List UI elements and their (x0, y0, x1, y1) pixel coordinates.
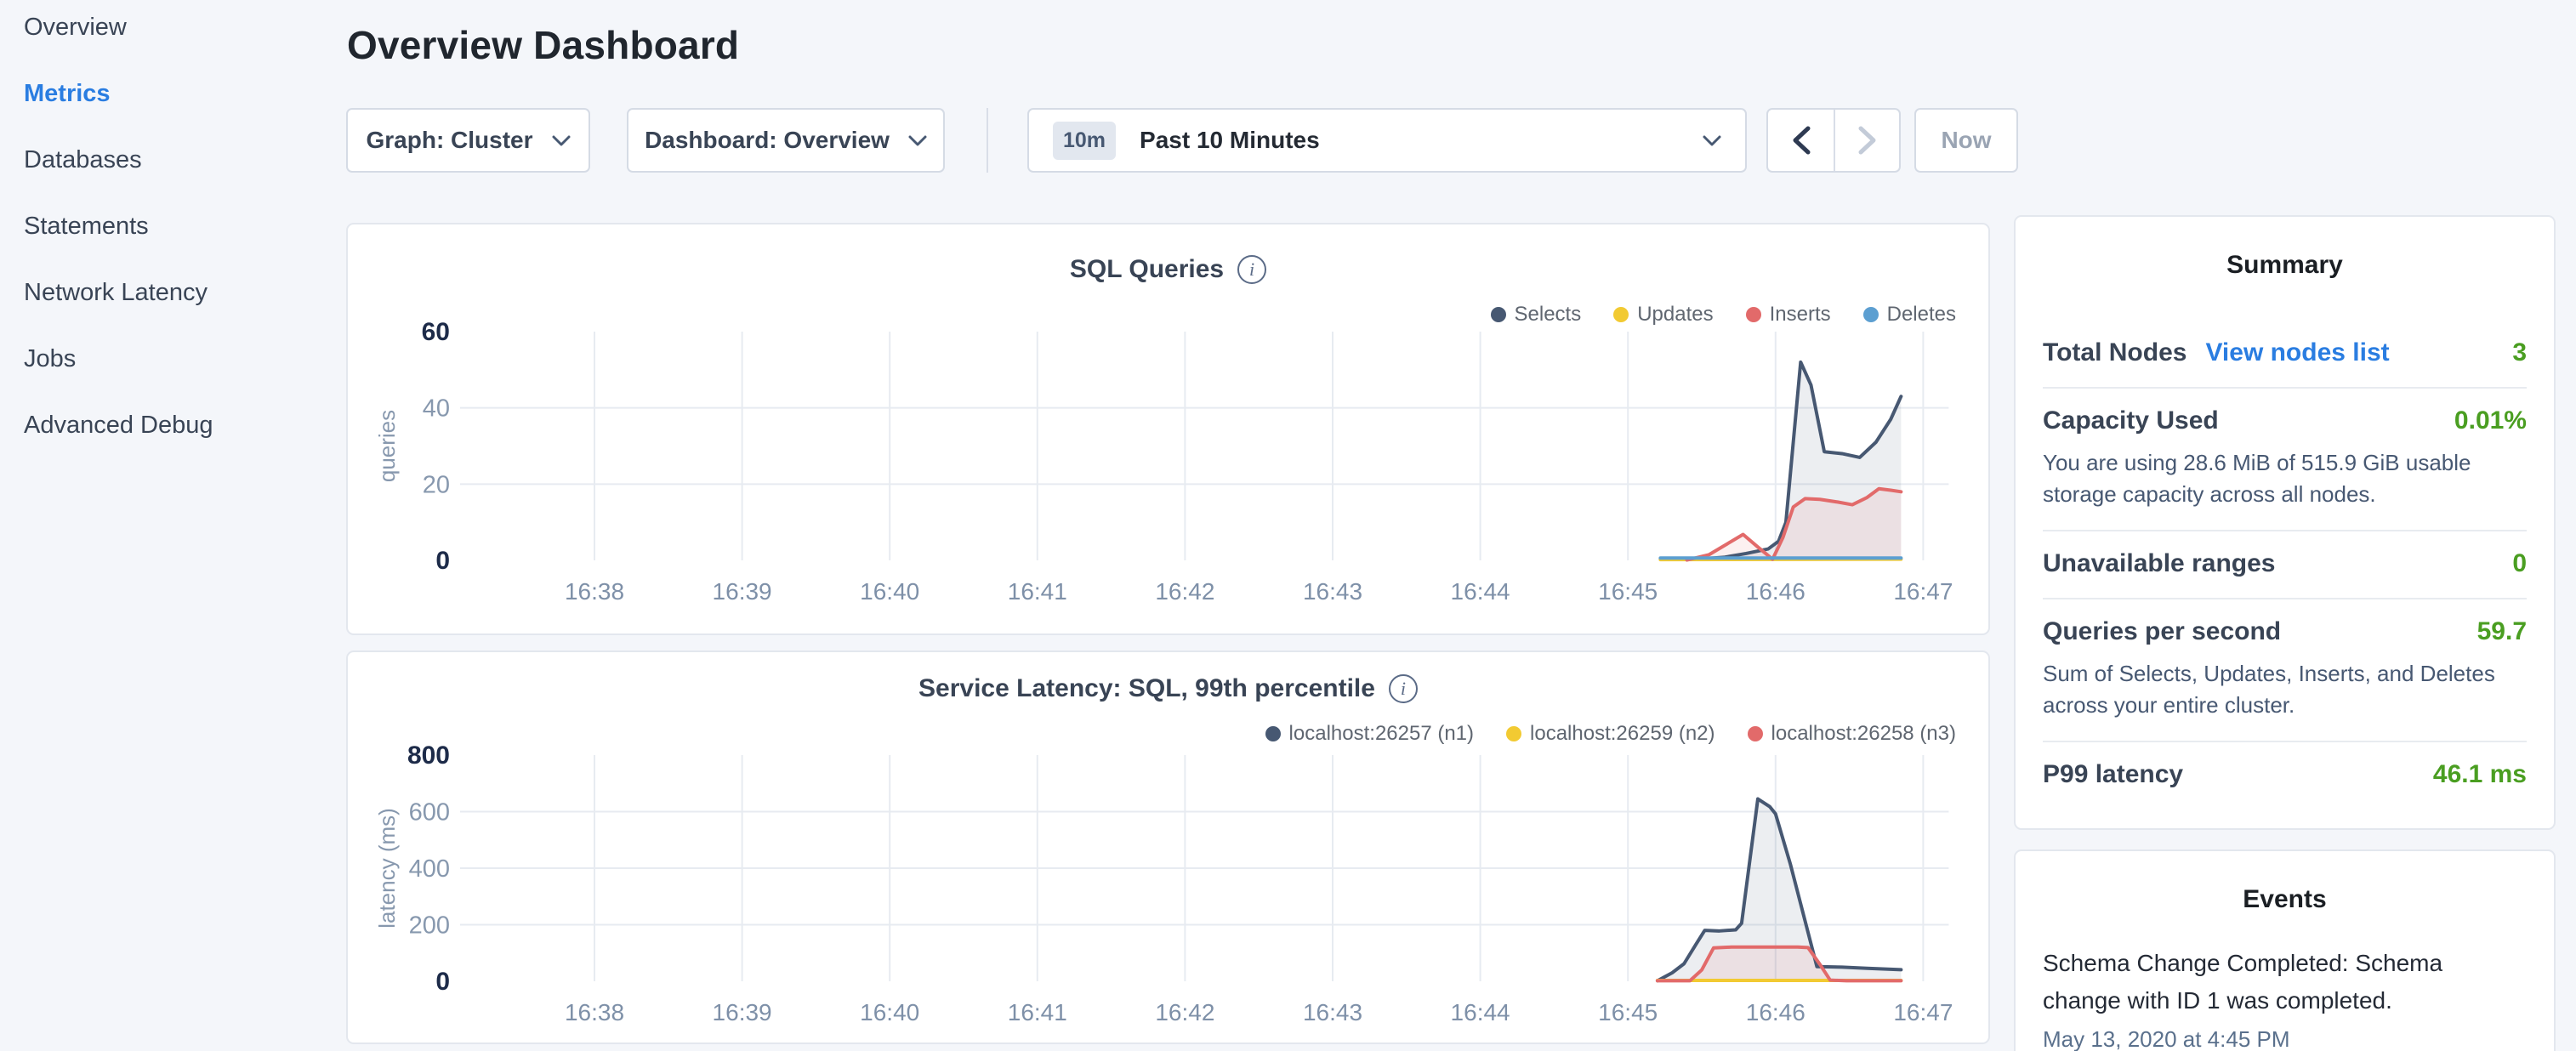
svg-text:latency (ms): latency (ms) (374, 808, 400, 929)
graph-dropdown-label: Graph: Cluster (366, 127, 532, 154)
chart-plot[interactable]: 0 200 400 600 800 16:38 16:39 16:40 16:41 16:42 16… (348, 652, 1992, 1046)
summary-row: P99 latency 46.1 ms (2043, 741, 2527, 809)
summary-row-label: P99 latency (2043, 760, 2183, 789)
svg-text:16:41: 16:41 (1008, 578, 1067, 605)
sidebar-item-databases[interactable]: Databases (24, 146, 346, 173)
svg-text:16:39: 16:39 (713, 578, 772, 605)
graph-dropdown[interactable]: Graph: Cluster (346, 108, 590, 173)
svg-text:800: 800 (407, 741, 450, 770)
sidebar-item-metrics[interactable]: Metrics (24, 80, 346, 107)
events-panel: Events Schema Change Completed: Schema c… (2014, 849, 2556, 1051)
prev-time-button[interactable] (1768, 110, 1834, 171)
chevron-right-icon (1858, 126, 1877, 155)
sidebar-item-jobs[interactable]: Jobs (24, 345, 346, 372)
svg-text:16:38: 16:38 (565, 578, 624, 605)
svg-text:16:47: 16:47 (1893, 578, 1953, 605)
summary-row-description: You are using 28.6 MiB of 515.9 GiB usab… (2043, 447, 2527, 510)
svg-text:600: 600 (409, 799, 450, 827)
dashboard-dropdown-label: Dashboard: Overview (645, 127, 890, 154)
summary-row-value: 0 (2512, 549, 2527, 578)
svg-text:16:43: 16:43 (1303, 999, 1362, 1025)
summary-row: Queries per second 59.7 Sum of Selects, Up… (2043, 598, 2527, 741)
svg-text:0: 0 (435, 547, 450, 575)
svg-text:16:39: 16:39 (713, 999, 772, 1025)
sidebar-item-advanced-debug[interactable]: Advanced Debug (24, 412, 346, 439)
svg-text:16:44: 16:44 (1451, 578, 1510, 605)
view-nodes-link[interactable]: View nodes list (2205, 338, 2389, 367)
svg-text:16:44: 16:44 (1451, 999, 1510, 1025)
time-step-buttons (1766, 108, 1901, 173)
event-item[interactable]: Schema Change Completed: Schema change w… (2043, 945, 2527, 1051)
main-content: Overview Dashboard Graph: Cluster Dashbo… (346, 0, 2026, 1051)
summary-row: Total Nodes View nodes list 3 (2043, 321, 2527, 387)
svg-text:16:42: 16:42 (1155, 999, 1214, 1025)
sidebar-item-network-latency[interactable]: Network Latency (24, 279, 346, 306)
chart-card: Service Latency: SQL, 99th percentileilo… (346, 650, 1990, 1044)
sidebar: Overview Metrics Databases Statements Networ… (0, 0, 346, 1051)
summary-row-value: 46.1 ms (2433, 760, 2527, 789)
summary-row-label: Total Nodes (2043, 338, 2186, 367)
svg-text:20: 20 (423, 471, 450, 498)
svg-text:200: 200 (409, 912, 450, 940)
next-time-button[interactable] (1834, 110, 1899, 171)
summary-row-value: 59.7 (2477, 617, 2527, 646)
svg-text:60: 60 (422, 318, 450, 346)
dashboard-dropdown[interactable]: Dashboard: Overview (627, 108, 945, 173)
chevron-down-icon (908, 135, 927, 146)
svg-text:16:43: 16:43 (1303, 578, 1362, 605)
chevron-left-icon (1792, 126, 1811, 155)
svg-text:0: 0 (435, 968, 450, 996)
summary-title: Summary (2043, 251, 2527, 280)
time-range-dropdown[interactable]: 10m Past 10 Minutes (1027, 108, 1747, 173)
svg-text:16:45: 16:45 (1598, 578, 1658, 605)
toolbar: Graph: Cluster Dashboard: Overview 10m P… (346, 108, 2026, 173)
summary-row-value: 0.01% (2454, 406, 2527, 435)
chevron-down-icon (552, 135, 571, 146)
summary-row-label: Unavailable ranges (2043, 549, 2275, 578)
svg-text:400: 400 (409, 855, 450, 883)
summary-row: Capacity Used 0.01% You are using 28.6 MiB… (2043, 387, 2527, 530)
now-button[interactable]: Now (1914, 108, 2018, 173)
sidebar-item-overview[interactable]: Overview (24, 14, 346, 41)
chart-card: SQL QueriesiSelectsUpdatesInsertsDeletes… (346, 223, 1990, 635)
time-range-label: Past 10 Minutes (1140, 127, 1703, 154)
summary-row-label: Queries per second (2043, 617, 2281, 646)
svg-text:16:40: 16:40 (860, 999, 919, 1025)
svg-text:16:45: 16:45 (1598, 999, 1658, 1025)
svg-text:16:41: 16:41 (1008, 999, 1067, 1025)
toolbar-divider (987, 108, 988, 173)
time-range-badge: 10m (1053, 122, 1116, 160)
summary-row: Unavailable ranges 0 (2043, 530, 2527, 598)
summary-row-label: Capacity Used (2043, 406, 2219, 435)
sidebar-nav: Overview Metrics Databases Statements Networ… (24, 14, 346, 439)
svg-text:16:46: 16:46 (1746, 578, 1805, 605)
events-title: Events (2043, 885, 2527, 914)
svg-text:16:38: 16:38 (565, 999, 624, 1025)
events-list: Schema Change Completed: Schema change w… (2043, 945, 2527, 1051)
svg-text:40: 40 (423, 395, 450, 423)
svg-text:16:42: 16:42 (1155, 578, 1214, 605)
svg-text:queries: queries (374, 410, 400, 482)
sidebar-item-statements[interactable]: Statements (24, 213, 346, 240)
event-timestamp: May 13, 2020 at 4:45 PM (2043, 1026, 2527, 1051)
summary-panel: Summary Total Nodes View nodes list 3 Capac… (2014, 215, 2556, 830)
event-message: Schema Change Completed: Schema change w… (2043, 945, 2527, 1020)
summary-rows: Total Nodes View nodes list 3 Capacity Used… (2043, 321, 2527, 809)
svg-text:16:46: 16:46 (1746, 999, 1805, 1025)
summary-row-value: 3 (2512, 338, 2527, 367)
page-title: Overview Dashboard (347, 22, 739, 68)
svg-text:16:40: 16:40 (860, 578, 919, 605)
chart-plot[interactable]: 0 20 40 60 16:38 16:39 16:40 16:41 16:42 16:43 16:… (348, 224, 1992, 637)
summary-row-description: Sum of Selects, Updates, Inserts, and De… (2043, 658, 2527, 721)
chevron-down-icon (1703, 135, 1721, 146)
svg-text:16:47: 16:47 (1893, 999, 1953, 1025)
